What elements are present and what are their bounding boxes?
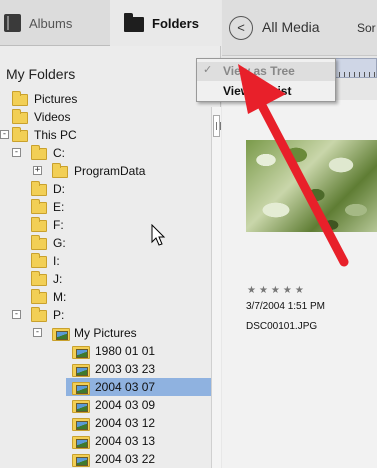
view-context-menu: ✓ View as Tree View as List [196,58,336,102]
rating-stars[interactable]: ★★★★★ [247,285,307,296]
tree-row[interactable]: 2004 03 07 [66,378,212,396]
zoom-ruler[interactable] [334,58,377,78]
folder-icon [31,289,47,304]
tree-row[interactable]: F: [0,216,210,234]
media-thumbnail-card[interactable]: ★★★★★ 3/7/2004 1:51 PM DSC00101.JPG [222,100,377,468]
tab-albums[interactable]: Albums [0,0,110,46]
tree-row-label: P: [53,308,65,322]
tree-row[interactable]: 2004 03 12 [0,414,210,432]
photo-date: 3/7/2004 1:51 PM [246,301,325,312]
panel-title: My Folders [6,66,76,82]
folder-icon [12,127,28,142]
tree-row[interactable]: - P: [0,306,210,324]
tree-row-label: M: [53,290,67,304]
menu-item-label: View as List [223,84,292,98]
tree-row-label: ProgramData [74,164,146,178]
tree-row-label: D: [53,182,65,196]
tree-row-label: Videos [34,110,71,124]
tree-row-label: 1980 01 01 [95,344,156,358]
tree-scrollbar[interactable] [211,107,221,468]
tree-row-label: G: [53,236,66,250]
tree-row-label: 2004 03 12 [95,416,156,430]
photo-filename: DSC00101.JPG [246,321,318,332]
photo-thumbnail[interactable] [246,140,377,232]
tab-albums-label: Albums [29,15,73,31]
picture-folder-icon [52,328,70,341]
tab-folders-label: Folders [152,15,199,31]
tree-row-label: E: [53,200,65,214]
tree-row[interactable]: - My Pictures [0,324,210,342]
folder-icon [31,253,47,268]
tree-row[interactable]: D: [0,180,210,198]
tree-row[interactable]: I: [0,252,210,270]
tree-row[interactable]: + ProgramData [0,162,210,180]
tree-row[interactable]: - C: [0,144,210,162]
sort-button[interactable]: Sor [357,21,376,35]
tree-row-label: F: [53,218,64,232]
collapse-icon[interactable]: - [12,148,21,157]
folder-icon [12,91,28,106]
folder-icon [12,109,28,124]
chevron-left-icon: < [237,20,245,35]
menu-item-label: View as Tree [223,64,295,78]
tree-row-label: 2004 03 13 [95,434,156,448]
back-button[interactable]: < [229,16,253,40]
tree-row[interactable]: - This PC [0,126,210,144]
tree-row-label: 2004 03 07 [95,380,156,394]
picture-folder-icon [72,436,90,449]
checkmark-icon: ✓ [203,64,213,76]
picture-folder-icon [72,418,90,431]
picture-folder-icon [72,364,90,377]
tree-row-label: My Pictures [74,326,137,340]
folder-icon [31,271,47,286]
tree-row-label: 2003 03 23 [95,362,156,376]
folders-panel: Albums Folders My Folders Pictures Videos… [0,0,221,468]
albums-icon [4,14,21,32]
media-title: All Media [262,19,320,35]
menu-item-view-as-tree[interactable]: ✓ View as Tree [197,62,335,81]
tree-row[interactable]: E: [0,198,210,216]
tree-row-label: 2004 03 09 [95,398,156,412]
folder-icon [31,235,47,250]
panel-tabs: Albums Folders [0,0,221,46]
tree-row[interactable]: 2003 03 23 [0,360,210,378]
app-window: Albums Folders My Folders Pictures Videos… [0,0,377,468]
tree-row-label: C: [53,146,65,160]
scrollbar-thumb[interactable] [213,115,221,137]
collapse-icon[interactable]: - [0,130,9,139]
folder-icon [124,13,144,32]
menu-item-view-as-list[interactable]: View as List [197,82,335,101]
tree-row[interactable]: Pictures [0,90,210,108]
tree-row[interactable]: Videos [0,108,210,126]
folder-icon [31,307,47,322]
tree-row[interactable]: G: [0,234,210,252]
tree-row-label: J: [53,272,63,286]
folder-icon [31,145,47,160]
tree-row[interactable]: 2004 03 09 [0,396,210,414]
tree-row-label: 2004 03 22 [95,452,156,466]
picture-folder-icon [72,400,90,413]
folder-icon [31,181,47,196]
tree-row[interactable]: J: [0,270,210,288]
tree-row-label: Pictures [34,92,78,106]
folder-icon [52,163,68,178]
tree-row[interactable]: 2004 03 13 [0,432,210,450]
tree-row[interactable]: 2004 03 22 [0,450,210,468]
picture-folder-icon [72,454,90,467]
tree-row-label: I: [53,254,60,268]
tree-row[interactable]: 1980 01 01 [0,342,210,360]
folder-icon [31,199,47,214]
folder-icon [31,217,47,232]
media-toolbar: < All Media Sor [222,0,377,56]
picture-folder-icon [72,346,90,359]
tree-row-label: This PC [34,128,77,142]
tree-row[interactable]: M: [0,288,210,306]
tab-folders[interactable]: Folders [110,0,221,46]
collapse-icon[interactable]: - [12,310,21,319]
collapse-icon[interactable]: - [33,328,42,337]
mouse-cursor-icon [151,224,166,246]
picture-folder-icon [72,382,90,395]
expand-icon[interactable]: + [33,166,42,175]
